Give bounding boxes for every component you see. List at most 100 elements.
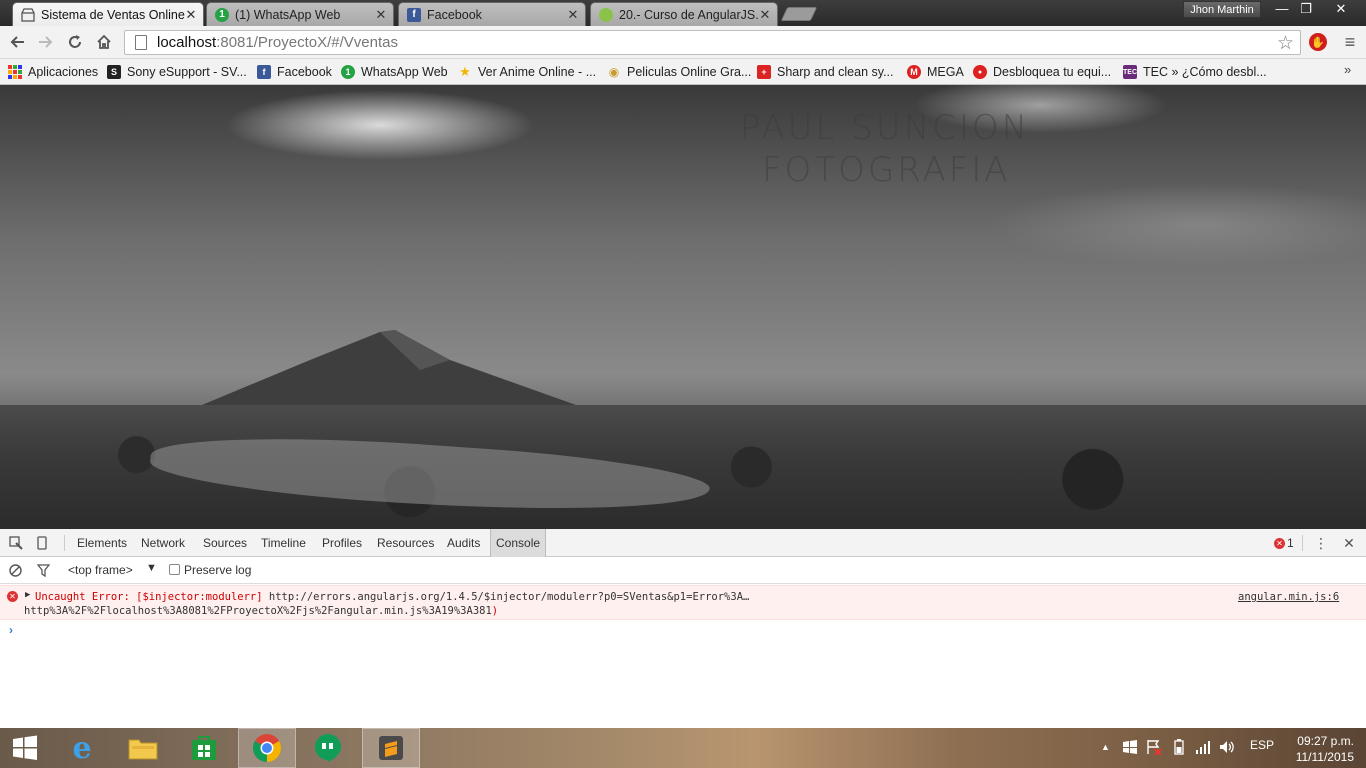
windows-tray-icon[interactable]: [1122, 739, 1138, 758]
bookmark-sony-esupport[interactable]: S Sony eSupport - SV...: [107, 62, 247, 82]
frame-selector[interactable]: <top frame>: [68, 563, 133, 577]
taskbar-internet-explorer[interactable]: e: [54, 728, 110, 768]
browser-toolbar: localhost:8081/ProyectoX/#/Vventas ☆: [0, 26, 1366, 59]
bookmark-whatsapp-web[interactable]: 1 WhatsApp Web: [341, 62, 448, 82]
clear-console-icon[interactable]: [6, 561, 24, 579]
page-background-photo: PAUL SUNCION FOTOGRAFIA: [0, 85, 1366, 529]
address-bar[interactable]: localhost:8081/ProyectoX/#/Vventas ☆: [124, 30, 1301, 55]
tab-title: Facebook: [427, 7, 482, 22]
taskbar-file-explorer[interactable]: [115, 728, 171, 768]
error-text-line1: Uncaught Error: [$injector:modulerr] htt…: [35, 591, 750, 603]
devtools-tab-timeline[interactable]: Timeline: [256, 529, 311, 557]
devtools-tab-sources[interactable]: Sources: [198, 529, 252, 557]
bookmark-aplicaciones[interactable]: Aplicaciones: [8, 62, 98, 82]
more-options-icon[interactable]: ⋮: [1312, 534, 1330, 552]
bookmark-sharp-and-clean[interactable]: + Sharp and clean sy...: [757, 62, 894, 82]
unlock-icon: ●: [973, 65, 987, 79]
store-bag-icon: [192, 736, 216, 760]
network-signal-icon[interactable]: [1195, 739, 1211, 758]
star-icon: ★: [459, 64, 471, 79]
volume-icon[interactable]: [1219, 739, 1235, 758]
tab-sistema-de-ventas[interactable]: Sistema de Ventas Online ✕: [12, 2, 204, 26]
inspect-element-icon[interactable]: [7, 534, 25, 552]
bookmark-desbloquea[interactable]: ● Desbloquea tu equi...: [973, 62, 1111, 82]
bookmark-mega[interactable]: M MEGA: [907, 62, 964, 82]
device-mode-icon[interactable]: [33, 534, 51, 552]
windows-taskbar: e ▲ ESP 09:27 p.m. 11/11/2015: [0, 728, 1366, 768]
bookmark-peliculas-online[interactable]: ◉ Peliculas Online Gra...: [607, 62, 752, 82]
devtools-tab-profiles[interactable]: Profiles: [317, 529, 367, 557]
close-window-button[interactable]: ✕: [1320, 0, 1362, 17]
taskbar-sublime-text[interactable]: [362, 728, 420, 768]
close-devtools-icon[interactable]: ✕: [1340, 534, 1358, 552]
action-center-flag-icon[interactable]: [1146, 739, 1162, 758]
console-error-message: ✕ ▶ Uncaught Error: [$injector:modulerr]…: [0, 585, 1366, 620]
windows-logo-icon: [13, 735, 37, 760]
whatsapp-icon: 1: [215, 7, 229, 22]
tab-close-icon[interactable]: ✕: [567, 7, 579, 23]
input-language[interactable]: ESP: [1250, 738, 1274, 752]
battery-icon[interactable]: [1172, 739, 1186, 758]
chrome-menu-icon[interactable]: ≡: [1341, 32, 1359, 52]
bookmark-ver-anime[interactable]: ★ Ver Anime Online - ...: [458, 62, 596, 82]
back-arrow-icon: [10, 36, 24, 48]
error-text-line2: http%3A%2F%2Flocalhost%3A8081%2FProyecto…: [24, 605, 499, 617]
store-icon: [21, 7, 35, 22]
minimize-button[interactable]: —: [1271, 0, 1293, 17]
console-filter-bar: <top frame> ▼ Preserve log: [0, 557, 1366, 584]
popcorn-icon: ◉: [608, 65, 620, 79]
tab-facebook[interactable]: f Facebook ✕: [398, 2, 586, 26]
preserve-log-checkbox[interactable]: [169, 564, 180, 575]
page-icon: [135, 35, 147, 50]
start-button[interactable]: [0, 728, 50, 768]
expand-triangle-icon[interactable]: ▶: [25, 590, 30, 600]
devtools-tab-bar: Elements Network Sources Timeline Profil…: [0, 529, 1366, 557]
error-source-link[interactable]: angular.min.js:6: [1238, 591, 1339, 603]
tab-close-icon[interactable]: ✕: [185, 7, 197, 23]
tab-title: (1) WhatsApp Web: [235, 7, 341, 22]
user-profile-button[interactable]: Jhon Marthin: [1183, 1, 1261, 18]
devtools-tab-resources[interactable]: Resources: [372, 529, 439, 557]
apps-grid-icon: [8, 65, 22, 79]
mega-icon: M: [907, 65, 921, 79]
devtools-tab-elements[interactable]: Elements: [72, 529, 132, 557]
devtools-tab-network[interactable]: Network: [136, 529, 190, 557]
taskbar-store[interactable]: [176, 728, 232, 768]
bookmark-tec-como-desbloquear[interactable]: TEC TEC » ¿Cómo desbl...: [1123, 62, 1267, 82]
tab-curso-angularjs[interactable]: 20.- Curso de AngularJS. F ✕: [590, 2, 778, 26]
error-counter[interactable]: ✕ 1: [1274, 536, 1294, 550]
reload-button[interactable]: [64, 31, 86, 53]
new-tab-button[interactable]: [780, 7, 818, 21]
swiss-cross-icon: +: [757, 65, 771, 79]
loading-spinner-icon: [599, 7, 613, 22]
dropdown-arrow-icon[interactable]: ▼: [146, 562, 157, 574]
internet-explorer-icon: e: [72, 730, 92, 766]
devtools-tab-console[interactable]: Console: [490, 529, 547, 557]
home-button[interactable]: [93, 31, 115, 53]
system-clock[interactable]: 09:27 p.m. 11/11/2015: [1284, 733, 1354, 765]
back-button[interactable]: [6, 31, 28, 53]
preserve-log-label: Preserve log: [184, 563, 252, 577]
home-icon: [97, 34, 111, 49]
show-hidden-icons[interactable]: ▲: [1101, 742, 1110, 752]
bookmark-star-icon[interactable]: ☆: [1277, 32, 1294, 55]
adblock-extension-icon[interactable]: ✋: [1309, 33, 1327, 51]
bookmarks-overflow-button[interactable]: »: [1344, 62, 1351, 77]
taskbar-chrome[interactable]: [238, 728, 296, 768]
toolbar-divider: [1302, 535, 1303, 551]
tab-close-icon[interactable]: ✕: [759, 7, 771, 23]
sony-icon: S: [107, 65, 121, 79]
bookmark-facebook[interactable]: f Facebook: [257, 62, 332, 82]
clock-time: 09:27 p.m.: [1297, 734, 1354, 748]
chrome-icon: [253, 734, 281, 762]
tab-close-icon[interactable]: ✕: [375, 7, 387, 23]
filter-funnel-icon[interactable]: [34, 561, 52, 579]
forward-button[interactable]: [35, 31, 57, 53]
console-prompt[interactable]: ›: [9, 623, 13, 637]
url-text[interactable]: localhost:8081/ProyectoX/#/Vventas: [157, 34, 398, 51]
devtools-tab-audits[interactable]: Audits: [442, 529, 485, 557]
restore-button[interactable]: ❐: [1295, 0, 1317, 17]
taskbar-hangouts[interactable]: [300, 728, 356, 768]
tab-whatsapp[interactable]: 1 (1) WhatsApp Web ✕: [206, 2, 394, 26]
error-icon: ✕: [1274, 537, 1285, 549]
